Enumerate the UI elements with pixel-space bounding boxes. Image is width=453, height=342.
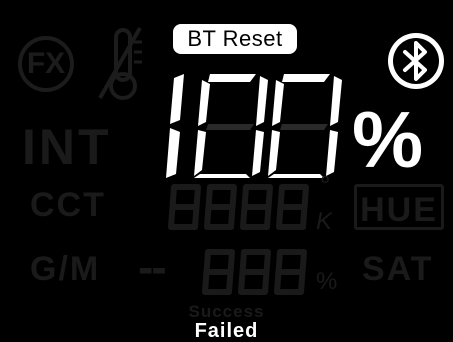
digit-1 (166, 74, 184, 178)
status-failed: Failed (194, 320, 259, 342)
digit-0-b (268, 74, 342, 178)
cct-digits (166, 183, 316, 231)
digit-0-a (194, 74, 268, 178)
cct-degree: ° (320, 170, 331, 200)
sat-label: SAT (362, 250, 434, 288)
int-label: INT (22, 119, 112, 175)
bluetooth-icon[interactable] (385, 30, 447, 92)
light-controller-display: FX BT Reset 100 (0, 0, 453, 342)
bt-reset-button[interactable]: BT Reset (173, 24, 297, 54)
brightness-unit: % (352, 95, 424, 184)
gm-sign: -- (138, 241, 167, 293)
fx-label: FX (26, 47, 66, 80)
cct-unit: K (316, 208, 333, 235)
cct-label: CCT (30, 186, 106, 224)
brightness-digits (150, 70, 342, 180)
thermometer-icon (96, 24, 150, 104)
gm-label: G/M (30, 250, 101, 288)
seven-segment-brightness (166, 74, 342, 178)
fx-icon: FX (17, 35, 75, 93)
gm-digits (200, 248, 312, 296)
gm-unit: % (316, 268, 338, 295)
hue-label: HUE (354, 184, 444, 230)
status-success: Success (188, 302, 265, 321)
